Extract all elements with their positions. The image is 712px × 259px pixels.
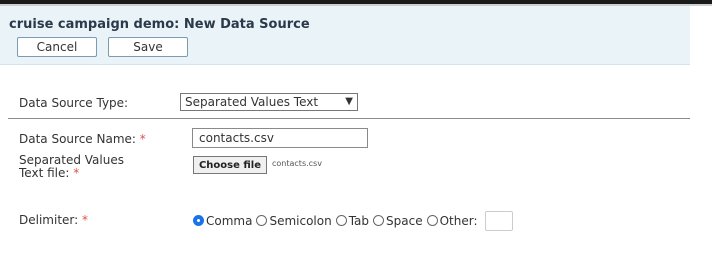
data-source-type-value: Separated Values Text bbox=[185, 95, 319, 109]
required-marker: * bbox=[82, 213, 88, 227]
data-source-name-label-text: Data Source Name: bbox=[19, 132, 136, 146]
save-button[interactable]: Save bbox=[108, 37, 188, 57]
delimiter-radio-other[interactable] bbox=[426, 215, 438, 226]
delimiter-label-text: Delimiter: bbox=[19, 213, 79, 227]
delimiter-option-label: Comma bbox=[206, 214, 253, 228]
delimiter-other-input[interactable] bbox=[484, 211, 513, 231]
delimiter-radio-group: Comma Semicolon Tab Space Other: bbox=[193, 211, 513, 231]
file-label-line2: Text file: * bbox=[19, 166, 79, 180]
required-marker: * bbox=[139, 132, 146, 146]
delimiter-option-label: Tab bbox=[348, 214, 370, 228]
delimiter-option-label: Semicolon bbox=[269, 214, 332, 228]
delimiter-radio-comma[interactable] bbox=[193, 215, 204, 226]
file-label-line1: Separated Values bbox=[19, 153, 124, 167]
data-source-type-label: Data Source Type: bbox=[19, 96, 129, 110]
file-label-line2-text: Text file: bbox=[19, 166, 70, 180]
section-divider bbox=[8, 118, 690, 119]
data-source-type-select[interactable]: Separated Values Text ▼ bbox=[180, 93, 358, 111]
page-title: cruise campaign demo: New Data Source bbox=[9, 17, 310, 32]
data-source-name-label: Data Source Name: * bbox=[19, 132, 146, 146]
page-header: cruise campaign demo: New Data Source Ca… bbox=[0, 6, 690, 65]
chevron-down-icon: ▼ bbox=[345, 96, 353, 107]
delimiter-radio-space[interactable] bbox=[373, 215, 385, 226]
delimiter-option-label: Other: bbox=[439, 214, 478, 228]
delimiter-radio-tab[interactable] bbox=[335, 215, 347, 226]
delimiter-label: Delimiter: * bbox=[19, 213, 88, 227]
required-marker: * bbox=[73, 166, 80, 180]
delimiter-radio-semicolon[interactable] bbox=[256, 215, 268, 226]
choose-file-button[interactable]: Choose file bbox=[193, 156, 267, 174]
selected-file-name: contacts.csv bbox=[272, 159, 322, 168]
delimiter-option-label: Space bbox=[386, 214, 423, 228]
data-source-name-input[interactable]: contacts.csv bbox=[192, 128, 368, 148]
cancel-button[interactable]: Cancel bbox=[17, 37, 97, 57]
